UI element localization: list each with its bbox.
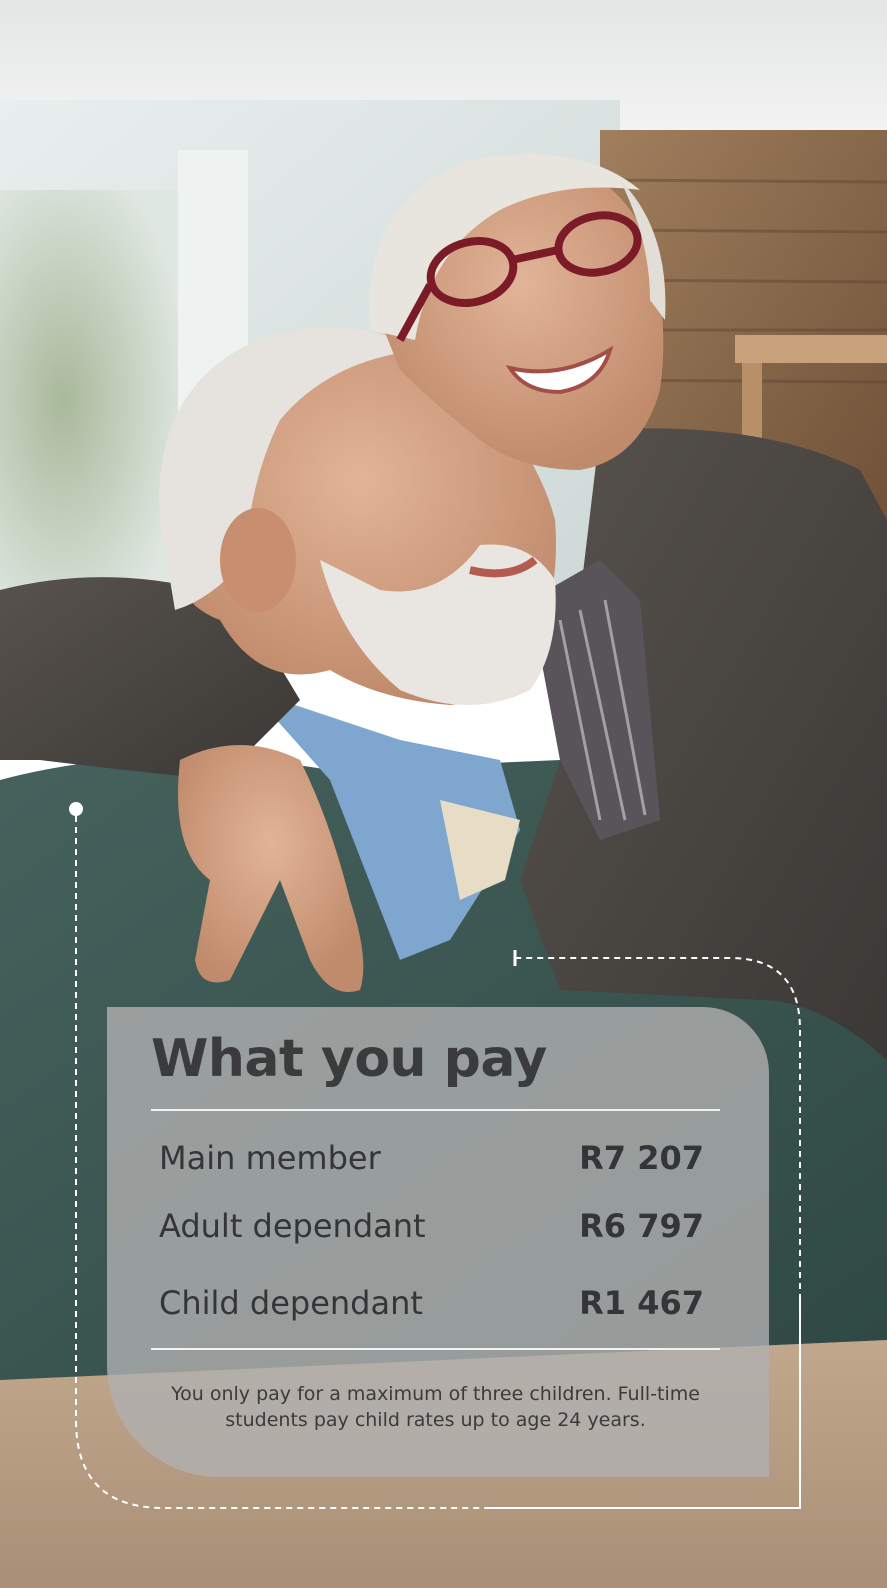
price-value: R7 207 [579, 1139, 704, 1177]
price-value: R6 797 [579, 1207, 704, 1245]
divider-bottom [151, 1348, 720, 1350]
card-title: What you pay [151, 1029, 547, 1089]
price-value: R1 467 [579, 1284, 704, 1322]
price-row-adult-dependant: Adult dependant R6 797 [159, 1207, 704, 1245]
price-label: Adult dependant [159, 1207, 426, 1245]
price-label: Child dependant [159, 1284, 423, 1322]
pricing-card: What you pay Main member R7 207 Adult de… [107, 1007, 769, 1477]
divider-top [151, 1109, 720, 1111]
price-row-main-member: Main member R7 207 [159, 1139, 704, 1177]
price-label: Main member [159, 1139, 381, 1177]
footnote: You only pay for a maximum of three chil… [171, 1383, 700, 1431]
price-row-child-dependant: Child dependant R1 467 [159, 1284, 704, 1322]
